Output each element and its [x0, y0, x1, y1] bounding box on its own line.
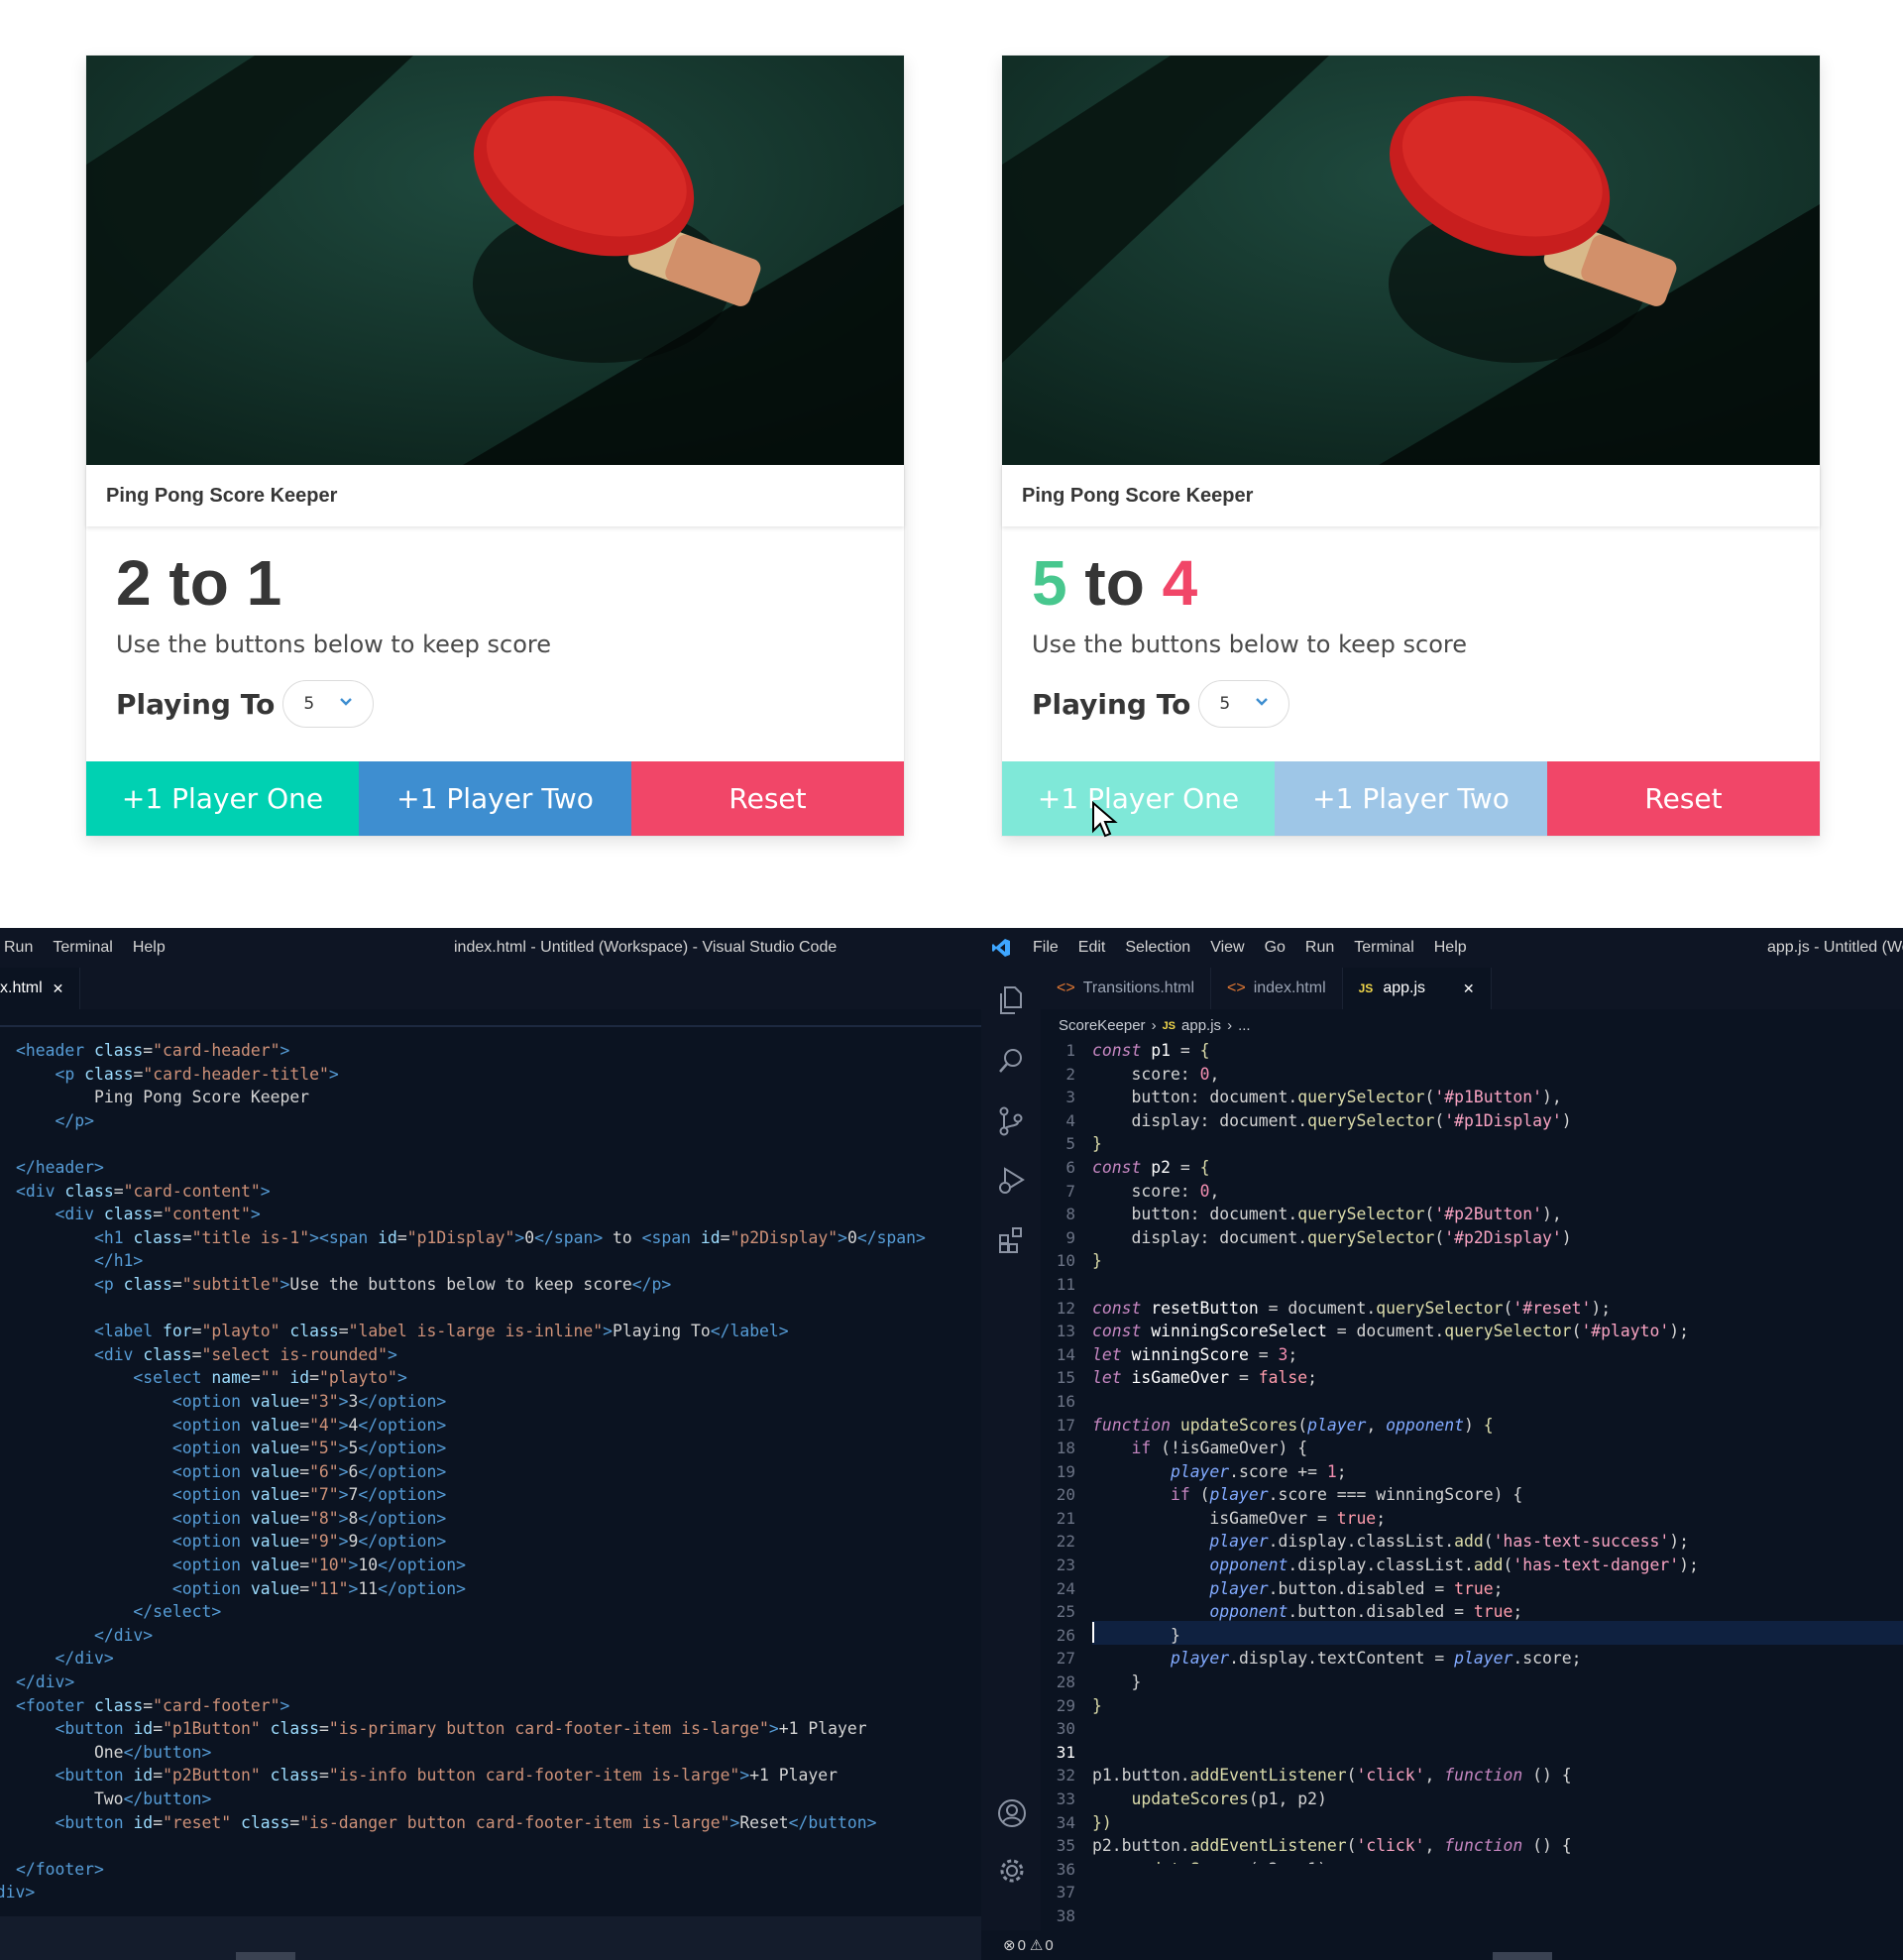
p2-button[interactable]: +1 Player Two — [359, 761, 631, 836]
chevron-right-icon: › — [1151, 1017, 1157, 1034]
p1-button[interactable]: +1 Player One — [1002, 761, 1275, 836]
subtitle: Use the buttons below to keep score — [116, 631, 552, 658]
source-control-icon[interactable] — [997, 1106, 1025, 1136]
chevron-right-icon: › — [1227, 1017, 1233, 1034]
vscode-window-right: File Edit Selection View Go Run Terminal… — [981, 928, 1903, 1960]
divider — [0, 1025, 981, 1027]
close-icon[interactable]: ✕ — [1463, 980, 1475, 997]
playing-to-row: Playing To 5 — [116, 680, 869, 728]
mouse-cursor-icon — [1092, 801, 1118, 838]
menu-item-edit[interactable]: Edit — [1078, 939, 1106, 957]
menu-item-run[interactable]: Run — [1305, 939, 1334, 957]
p1-button[interactable]: +1 Player One — [86, 761, 359, 836]
tab-label: app.js — [1383, 980, 1426, 996]
html-file-icon: <> — [1057, 980, 1075, 996]
menu-item-view[interactable]: View — [1210, 939, 1244, 957]
activity-bar — [981, 968, 1041, 1960]
score-card: Ping Pong Score Keeper 5 to 4 Use the bu… — [1002, 56, 1820, 838]
breadcrumb-symbol[interactable]: ... — [1238, 1017, 1251, 1034]
menu-item-run[interactable]: Run — [4, 939, 33, 957]
breadcrumb: ScoreKeeper › JS app.js › ... — [1059, 1017, 1251, 1034]
playto-select-value: 5 — [303, 694, 315, 714]
error-count[interactable]: 0 — [1018, 1937, 1026, 1954]
playto-select[interactable]: 5 — [1198, 680, 1290, 728]
tab-app-js[interactable]: JS app.js ✕ — [1342, 968, 1492, 1009]
card-content: 2 to 1 Use the buttons below to keep sco… — [116, 551, 869, 728]
menu-item-file[interactable]: File — [1033, 939, 1059, 957]
menu-item-selection[interactable]: Selection — [1125, 939, 1190, 957]
p1-score-display: 5 — [1032, 547, 1067, 619]
html-file-icon: <> — [1227, 980, 1246, 996]
tab-bar: x.html ✕ — [0, 968, 981, 1009]
chevron-down-icon — [340, 698, 353, 706]
gear-icon[interactable] — [997, 1856, 1027, 1886]
code-editor-left[interactable]: <header class="card-header"> <p class="c… — [0, 1039, 926, 1904]
panel-area — [0, 1916, 981, 1960]
vscode-window-left: Run Terminal Help index.html - Untitled … — [0, 928, 981, 1960]
window-title: app.js - Untitled (Wo — [1767, 939, 1903, 956]
tab-label: index.html — [1253, 980, 1326, 996]
js-file-icon: JS — [1358, 981, 1374, 995]
p2-score-display: 1 — [246, 547, 282, 619]
menu-item-terminal[interactable]: Terminal — [53, 939, 112, 957]
tab-index-html[interactable]: x.html ✕ — [0, 968, 81, 1009]
js-file-icon: JS — [1162, 1019, 1176, 1032]
card-footer: +1 Player One +1 Player Two Reset — [86, 761, 904, 836]
explorer-icon[interactable] — [997, 985, 1025, 1015]
menu-bar: File Edit Selection View Go Run Terminal… — [981, 928, 1903, 968]
status-bar: ⊗ 0 ⚠ 0 — [981, 1930, 1903, 1960]
reset-button[interactable]: Reset — [1547, 761, 1820, 836]
menu-item-help[interactable]: Help — [1434, 939, 1467, 957]
line-numbers: 1 2 3 4 5 6 7 8 9 10 11 12 13 14 15 16 1… — [1056, 1041, 1075, 1925]
warning-icon: ⚠ — [1029, 1937, 1044, 1954]
extensions-icon[interactable] — [997, 1225, 1027, 1255]
playto-select[interactable]: 5 — [282, 680, 375, 728]
menu-item-help[interactable]: Help — [133, 939, 166, 957]
menu-item-terminal[interactable]: Terminal — [1354, 939, 1413, 957]
score-separator: to — [151, 547, 247, 619]
account-icon[interactable] — [997, 1798, 1027, 1828]
close-icon[interactable]: ✕ — [53, 980, 64, 997]
card-header-title: Ping Pong Score Keeper — [1022, 484, 1254, 507]
reset-button[interactable]: Reset — [631, 761, 904, 836]
playing-to-label: Playing To — [116, 687, 276, 721]
playing-to-row: Playing To 5 — [1032, 680, 1785, 728]
playing-to-label: Playing To — [1032, 687, 1191, 721]
code-editor-right[interactable]: const p1 = { score: 0, button: document.… — [1092, 1039, 1699, 1864]
breadcrumb-file[interactable]: app.js — [1181, 1017, 1221, 1034]
browser-viewport: Ping Pong Score Keeper 2 to 1 Use the bu… — [0, 0, 1903, 928]
score-title: 5 to 4 — [1032, 551, 1785, 615]
run-debug-icon[interactable] — [997, 1166, 1027, 1196]
search-icon[interactable] — [997, 1047, 1025, 1075]
score-card: Ping Pong Score Keeper 2 to 1 Use the bu… — [86, 56, 904, 836]
vscode-logo-icon — [992, 939, 1010, 957]
ping-pong-paddle-image — [1002, 56, 1820, 465]
menu-item-go[interactable]: Go — [1265, 939, 1286, 957]
ping-pong-paddle-image — [86, 56, 904, 465]
scrollbar-thumb[interactable] — [1493, 1952, 1552, 1960]
tab-transitions-html[interactable]: <> Transitions.html — [1041, 968, 1212, 1009]
playto-select-value: 5 — [1219, 694, 1231, 714]
p2-score-display: 4 — [1162, 547, 1198, 619]
tab-label: x.html — [0, 980, 43, 996]
card-content: 5 to 4 Use the buttons below to keep sco… — [1032, 551, 1785, 728]
p2-button[interactable]: +1 Player Two — [1275, 761, 1547, 836]
score-title: 2 to 1 — [116, 551, 869, 615]
card-header: Ping Pong Score Keeper — [1002, 465, 1820, 526]
menu-bar: Run Terminal Help index.html - Untitled … — [0, 928, 981, 968]
score-separator: to — [1066, 547, 1163, 619]
card-header-title: Ping Pong Score Keeper — [106, 484, 338, 507]
subtitle: Use the buttons below to keep score — [1032, 631, 1468, 658]
breadcrumb-folder[interactable]: ScoreKeeper — [1059, 1017, 1146, 1034]
scrollbar-thumb[interactable] — [236, 1952, 295, 1960]
warning-count[interactable]: 0 — [1045, 1937, 1053, 1954]
tab-label: Transitions.html — [1082, 980, 1195, 996]
error-icon: ⊗ — [1003, 1937, 1016, 1954]
window-title: index.html - Untitled (Workspace) - Visu… — [454, 939, 838, 956]
tab-bar: <> Transitions.html <> index.html JS app.js… — [1041, 968, 1903, 1009]
chevron-down-icon — [1256, 698, 1269, 706]
card-header: Ping Pong Score Keeper — [86, 465, 904, 526]
p1-score-display: 2 — [116, 547, 152, 619]
tab-index-html[interactable]: <> index.html — [1211, 968, 1343, 1009]
